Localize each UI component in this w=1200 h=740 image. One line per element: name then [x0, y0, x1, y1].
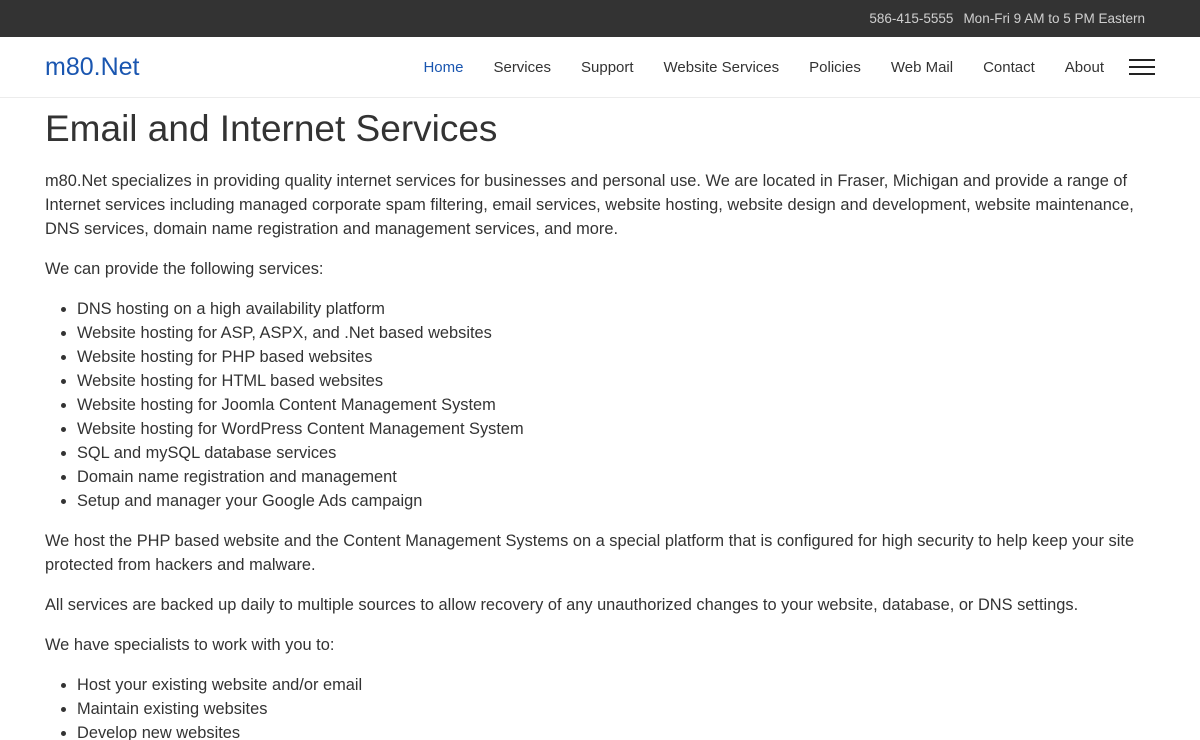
- nav-services[interactable]: Services: [493, 59, 551, 76]
- hamburger-line: [1129, 73, 1155, 75]
- list-item: DNS hosting on a high availability platf…: [77, 297, 1145, 321]
- list-item: Domain name registration and management: [77, 465, 1145, 489]
- list-item: Website hosting for PHP based websites: [77, 345, 1145, 369]
- list-item: Website hosting for Joomla Content Manag…: [77, 393, 1145, 417]
- business-hours: Mon-Fri 9 AM to 5 PM Eastern: [963, 11, 1145, 26]
- services-list: DNS hosting on a high availability platf…: [45, 297, 1145, 513]
- list-item: Develop new websites: [77, 721, 1145, 740]
- top-info-bar: 586-415-5555 Mon-Fri 9 AM to 5 PM Easter…: [0, 0, 1200, 37]
- phone-number[interactable]: 586-415-5555: [869, 11, 953, 26]
- nav-policies[interactable]: Policies: [809, 59, 861, 76]
- main-nav: Home Services Support Website Services P…: [393, 59, 1155, 76]
- site-logo-link[interactable]: m80.Net: [45, 53, 139, 82]
- list-item: Website hosting for ASP, ASPX, and .Net …: [77, 321, 1145, 345]
- nav-about[interactable]: About: [1065, 59, 1104, 76]
- list-item: SQL and mySQL database services: [77, 441, 1145, 465]
- hamburger-line: [1129, 66, 1155, 68]
- main-content: Email and Internet Services m80.Net spec…: [0, 107, 1200, 740]
- list-item: Website hosting for WordPress Content Ma…: [77, 417, 1145, 441]
- nav-support[interactable]: Support: [581, 59, 634, 76]
- list-item: Website hosting for HTML based websites: [77, 369, 1145, 393]
- list-item: Host your existing website and/or email: [77, 673, 1145, 697]
- specialists-list: Host your existing website and/or email …: [45, 673, 1145, 740]
- services-lead: We can provide the following services:: [45, 260, 324, 278]
- page-title: Email and Internet Services: [45, 108, 498, 149]
- intro-paragraph: m80.Net specializes in providing quality…: [45, 172, 1134, 238]
- nav-website-services[interactable]: Website Services: [664, 59, 780, 76]
- security-paragraph: We host the PHP based website and the Co…: [45, 532, 1135, 574]
- hamburger-menu-icon[interactable]: [1129, 59, 1155, 75]
- specialists-lead: We have specialists to work with you to:: [45, 636, 335, 654]
- list-item: Setup and manager your Google Ads campai…: [77, 489, 1145, 513]
- nav-home[interactable]: Home: [423, 59, 463, 76]
- site-header: m80.Net Home Services Support Website Se…: [0, 37, 1200, 98]
- hamburger-line: [1129, 59, 1155, 61]
- backup-paragraph: All services are backed up daily to mult…: [45, 596, 1079, 614]
- nav-contact[interactable]: Contact: [983, 59, 1035, 76]
- nav-web-mail[interactable]: Web Mail: [891, 59, 953, 76]
- list-item: Maintain existing websites: [77, 697, 1145, 721]
